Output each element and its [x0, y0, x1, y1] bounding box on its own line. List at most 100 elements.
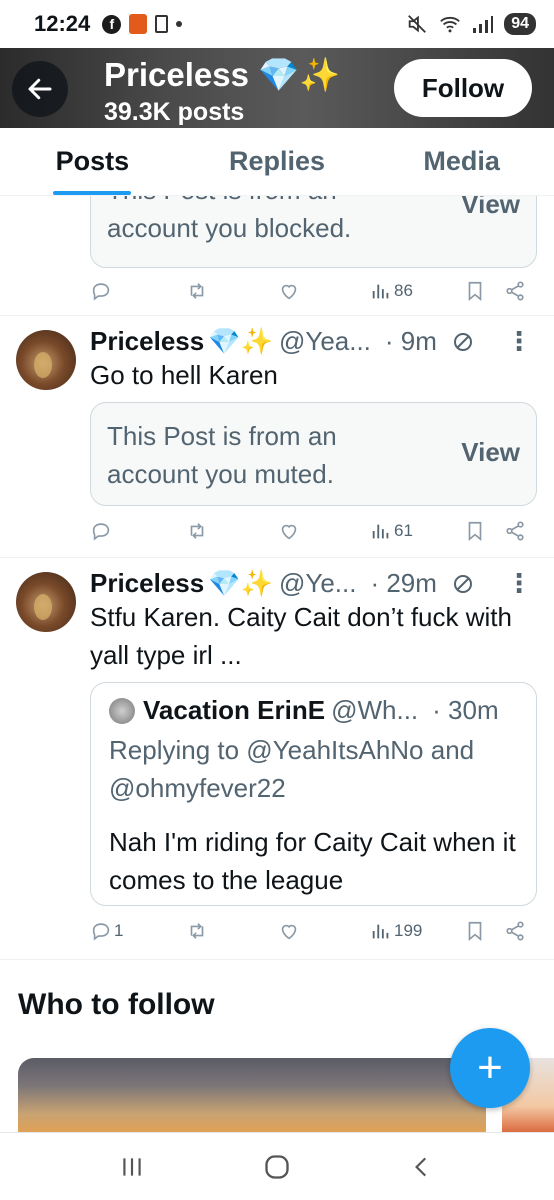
- view-count: 86: [394, 281, 413, 300]
- reply-icon: [92, 283, 110, 301]
- post-header: Priceless 💎✨ @Ye... · 29m: [90, 568, 475, 599]
- quoted-post[interactable]: Vacation ErinE @Wh... · 30m Replying to …: [90, 682, 537, 906]
- like-button[interactable]: [278, 520, 300, 542]
- retweet-icon: [190, 283, 204, 299]
- notice-text: This Post is from an account you muted.: [107, 421, 337, 489]
- post-item[interactable]: Priceless 💎✨ @Yea... · 9m ⋮ Go to hell K…: [0, 316, 554, 558]
- tab-label: Replies: [228, 146, 326, 176]
- app-notification-icon: [129, 14, 148, 34]
- quote-author-name: Vacation ErinE: [143, 695, 326, 725]
- post-text: Stfu Karen. Caity Cait don’t fuck with y…: [90, 602, 512, 670]
- tab-replies[interactable]: Replies: [185, 128, 370, 195]
- views-button[interactable]: 61: [370, 520, 413, 542]
- back-arrow-icon: [28, 78, 52, 100]
- post-actions: 1 199: [90, 920, 530, 948]
- quote-header: Vacation ErinE @Wh... · 30m: [109, 695, 499, 726]
- post-header: Priceless 💎✨ @Yea... · 9m: [90, 326, 475, 357]
- tab-posts[interactable]: Posts: [0, 128, 185, 195]
- avatar[interactable]: [16, 572, 76, 632]
- follow-button[interactable]: Follow: [394, 59, 532, 117]
- active-tab-indicator: [53, 191, 132, 195]
- tab-media[interactable]: Media: [369, 128, 554, 195]
- profile-tabs: Posts Replies Media: [0, 128, 554, 196]
- like-icon: [281, 284, 297, 300]
- view-button[interactable]: View: [461, 196, 520, 220]
- sim-icon: [155, 15, 169, 33]
- quote-time: · 30m: [432, 695, 499, 725]
- tab-label: Posts: [55, 146, 130, 176]
- author-name[interactable]: Priceless: [90, 326, 204, 357]
- post-time: · 29m: [370, 568, 437, 598]
- retweet-icon: [190, 923, 204, 939]
- reply-count: 1: [114, 921, 124, 940]
- like-button[interactable]: [278, 920, 300, 942]
- views-button[interactable]: 199: [370, 920, 422, 942]
- tab-label: Media: [423, 146, 500, 176]
- status-time: 12:24: [34, 11, 91, 36]
- reply-button[interactable]: [90, 280, 112, 302]
- home-icon[interactable]: [263, 1153, 291, 1181]
- retweet-icon: [190, 523, 204, 539]
- view-count: 199: [394, 921, 423, 940]
- repost-button[interactable]: [186, 920, 208, 942]
- view-count: 61: [394, 521, 413, 540]
- profile-header: Priceless 💎✨ 39.3K posts Follow: [0, 48, 554, 128]
- notice-text: This Post is from an account you blocked…: [107, 196, 352, 243]
- views-icon: [372, 924, 389, 939]
- bookmark-button[interactable]: [464, 520, 486, 542]
- bookmark-icon: [468, 921, 482, 942]
- share-icon: [506, 521, 524, 541]
- views-button[interactable]: 86: [370, 280, 413, 302]
- post-item[interactable]: This Post is from an account you blocked…: [0, 196, 554, 316]
- share-button[interactable]: [504, 920, 526, 942]
- who-to-follow-title: Who to follow: [18, 988, 215, 1021]
- reply-button[interactable]: [90, 520, 112, 542]
- post-count: 39.3K posts: [104, 98, 245, 126]
- quote-author-handle: @Wh...: [331, 695, 419, 725]
- blocked-notice: This Post is from an account you blocked…: [90, 196, 537, 268]
- back-icon[interactable]: [409, 1154, 435, 1180]
- no-bell-icon: [453, 574, 472, 593]
- muted-notice: This Post is from an account you muted. …: [90, 402, 537, 506]
- author-emoji: 💎✨: [208, 568, 273, 598]
- post-item[interactable]: Priceless 💎✨ @Ye... · 29m ⋮ Stfu Karen. …: [0, 558, 554, 960]
- no-bell-icon: [453, 332, 472, 351]
- post-time: · 9m: [384, 326, 437, 356]
- view-button[interactable]: View: [461, 437, 520, 468]
- suggestion-card[interactable]: [18, 1058, 486, 1132]
- share-button[interactable]: [504, 520, 526, 542]
- repost-button[interactable]: [186, 280, 208, 302]
- like-button[interactable]: [278, 280, 300, 302]
- status-bar: 12:24 f 94: [0, 0, 554, 48]
- reply-icon: [92, 523, 110, 541]
- back-button[interactable]: [12, 61, 68, 117]
- system-nav-bar: [0, 1132, 554, 1200]
- post-actions: 86: [90, 280, 530, 308]
- system-icons: 94: [406, 13, 536, 35]
- reply-icon: [92, 923, 110, 941]
- facebook-icon: f: [102, 14, 122, 34]
- more-notifications-icon: [176, 21, 183, 27]
- reply-button[interactable]: 1: [90, 920, 123, 942]
- compose-button[interactable]: +: [450, 1028, 530, 1108]
- share-icon: [506, 921, 524, 941]
- replying-to: Replying to @YeahItsAhNo and @ohmyfever2…: [109, 735, 475, 803]
- author-name[interactable]: Priceless: [90, 568, 204, 599]
- post-feed: This Post is from an account you blocked…: [0, 196, 554, 1132]
- bookmark-button[interactable]: [464, 280, 486, 302]
- recent-apps-icon[interactable]: [119, 1154, 145, 1180]
- share-button[interactable]: [504, 280, 526, 302]
- post-text: Go to hell Karen: [90, 360, 278, 390]
- signal-icon: [473, 16, 494, 33]
- avatar[interactable]: [16, 330, 76, 390]
- quote-avatar: [109, 697, 135, 724]
- post-actions: 61: [90, 520, 530, 548]
- like-icon: [281, 924, 297, 940]
- bookmark-button[interactable]: [464, 920, 486, 942]
- more-icon[interactable]: ⋮: [506, 326, 532, 357]
- wifi-icon: [440, 16, 460, 33]
- author-handle: @Ye...: [278, 568, 357, 598]
- battery-icon: 94: [504, 13, 536, 35]
- more-icon[interactable]: ⋮: [506, 568, 532, 599]
- repost-button[interactable]: [186, 520, 208, 542]
